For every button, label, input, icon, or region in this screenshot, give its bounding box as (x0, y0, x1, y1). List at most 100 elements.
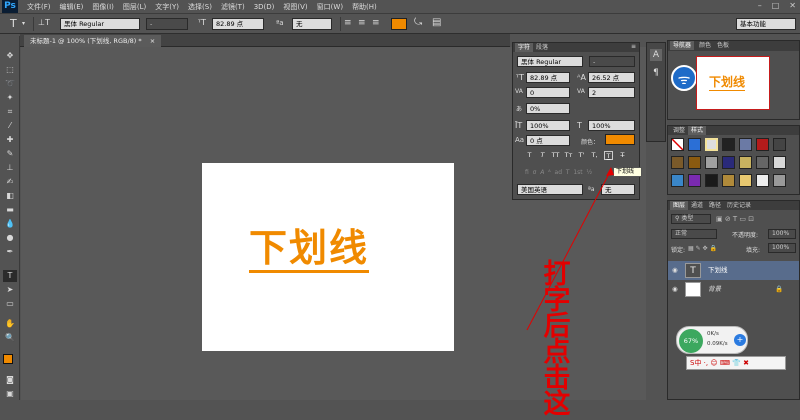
foreground-color-swatch[interactable] (3, 354, 13, 364)
style-swatch[interactable] (705, 138, 718, 151)
underline-button[interactable]: T (604, 151, 613, 160)
screen-mode-icon[interactable]: ▣ (3, 388, 17, 400)
tab-adjustments[interactable]: 调整 (670, 126, 688, 135)
faux-italic-button[interactable]: T (538, 151, 547, 160)
blend-mode-select[interactable]: 正常 (671, 229, 717, 239)
opacity-field[interactable]: 100% (768, 229, 796, 239)
tab-channels[interactable]: 通道 (688, 201, 706, 210)
style-swatch[interactable] (688, 174, 701, 187)
minimize-button[interactable]: – (758, 1, 762, 10)
char-tracking-field[interactable]: 2 (588, 87, 635, 98)
dodge-tool-icon[interactable]: ● (3, 232, 17, 244)
font-family-select[interactable]: 黑体 Regular (60, 18, 140, 30)
menu-edit[interactable]: 编辑(E) (60, 2, 84, 12)
pen-tool-icon[interactable]: ✒ (3, 246, 17, 258)
menu-image[interactable]: 图像(I) (92, 2, 114, 12)
char-tsume-field[interactable]: 0% (526, 103, 570, 114)
small-caps-button[interactable]: Tт (564, 151, 573, 160)
style-none[interactable] (671, 138, 684, 151)
menu-3d[interactable]: 3D(D) (254, 3, 275, 11)
style-swatch[interactable] (773, 138, 786, 151)
ligature-icon[interactable]: fi σ A ᴬ ad T 1st ½ (525, 169, 592, 176)
text-color-swatch[interactable] (391, 18, 407, 30)
history-brush-tool-icon[interactable]: ✍ (3, 176, 17, 188)
tab-paths[interactable]: 路径 (706, 201, 724, 210)
layer-name[interactable]: 下划线 (708, 261, 728, 280)
superscript-button[interactable]: T' (577, 151, 586, 160)
brush-tool-icon[interactable]: ✎ (3, 148, 17, 160)
style-swatch[interactable] (671, 174, 684, 187)
menu-view[interactable]: 视图(V) (283, 2, 307, 12)
path-select-tool-icon[interactable]: ➤ (3, 284, 17, 296)
character-panel-icon[interactable]: A (650, 49, 662, 61)
font-style-select[interactable]: - (146, 18, 188, 30)
menu-help[interactable]: 帮助(H) (352, 2, 377, 12)
fill-field[interactable]: 100% (768, 243, 796, 253)
align-right-icon[interactable]: ≡ (372, 18, 380, 28)
anti-alias-select[interactable]: 无 (292, 18, 332, 30)
tab-styles[interactable]: 样式 (688, 126, 707, 135)
char-leading-field[interactable]: 26.52 点 (588, 72, 635, 83)
healing-tool-icon[interactable]: ✚ (3, 134, 17, 146)
tab-swatches[interactable]: 色板 (714, 41, 732, 50)
menu-layer[interactable]: 图层(L) (123, 2, 146, 12)
type-tool-icon[interactable]: T (10, 17, 17, 30)
align-center-icon[interactable]: ≡ (358, 18, 366, 28)
layer-row-background[interactable]: ◉ 背景 🔒 (668, 280, 799, 299)
language-select[interactable]: 美国英语 (517, 184, 583, 195)
menu-filter[interactable]: 滤镜(T) (221, 2, 245, 12)
menu-type[interactable]: 文字(Y) (155, 2, 179, 12)
style-swatch[interactable] (722, 174, 735, 187)
canvas-text-layer[interactable]: 下划线 (249, 227, 370, 273)
char-kerning-field[interactable]: 0 (526, 87, 570, 98)
paragraph-panel-icon[interactable]: ¶ (650, 67, 662, 79)
stamp-tool-icon[interactable]: ⊥ (3, 162, 17, 174)
align-left-icon[interactable]: ≡ (344, 18, 352, 28)
layer-row-text[interactable]: ◉ T 下划线 (668, 261, 799, 280)
tab-character[interactable]: 字符 (515, 43, 534, 52)
style-swatch[interactable] (739, 156, 752, 169)
tab-history[interactable]: 历史记录 (724, 201, 754, 210)
close-tab-icon[interactable]: × (150, 37, 155, 45)
all-caps-button[interactable]: TT (551, 151, 560, 160)
style-swatch[interactable] (739, 138, 752, 151)
lasso-tool-icon[interactable]: ➰ (3, 78, 17, 90)
style-swatch[interactable] (688, 138, 701, 151)
strikethrough-button[interactable]: T̶ (618, 151, 627, 160)
panel-menu-icon[interactable]: ≡ (631, 43, 636, 50)
tab-color[interactable]: 颜色 (696, 41, 714, 50)
menu-select[interactable]: 选择(S) (188, 2, 212, 12)
style-swatch[interactable] (739, 174, 752, 187)
style-swatch[interactable] (722, 156, 735, 169)
eye-icon[interactable]: ◉ (672, 280, 678, 299)
char-baseline-field[interactable]: 0 点 (526, 135, 570, 146)
move-tool-icon[interactable]: ✥ (3, 50, 17, 62)
faux-bold-button[interactable]: T (525, 151, 534, 160)
menu-window[interactable]: 窗口(W) (317, 2, 343, 12)
type-tool-icon-active[interactable]: T (3, 270, 17, 282)
crop-tool-icon[interactable]: ⌗ (3, 106, 17, 118)
char-font-size-field[interactable]: 82.89 点 (526, 72, 570, 83)
eyedropper-tool-icon[interactable]: ⁄ (3, 120, 17, 132)
zoom-tool-icon[interactable]: 🔍 (3, 332, 17, 344)
quick-mask-icon[interactable]: ◙ (3, 374, 17, 386)
style-swatch[interactable] (705, 156, 718, 169)
hand-tool-icon[interactable]: ✋ (3, 318, 17, 330)
marquee-tool-icon[interactable]: ⬚ (3, 64, 17, 76)
gradient-tool-icon[interactable]: ▬ (3, 204, 17, 216)
warp-text-icon[interactable]: ⤿ (414, 17, 422, 28)
char-anti-alias-select[interactable]: 无 (601, 184, 635, 195)
ime-toolbar[interactable]: S中 ·, ☺ ⌨ 👕 ✖ (686, 356, 786, 370)
style-swatch[interactable] (756, 156, 769, 169)
style-swatch[interactable] (688, 156, 701, 169)
layer-name[interactable]: 背景 (708, 280, 721, 299)
tab-navigator[interactable]: 导航器 (670, 41, 695, 50)
lock-icons[interactable]: ▦ ✎ ✥ 🔒 (688, 245, 717, 252)
style-swatch[interactable] (705, 174, 718, 187)
style-swatch[interactable] (722, 138, 735, 151)
subscript-button[interactable]: T, (590, 151, 599, 160)
font-size-field[interactable]: 82.89 点 (212, 18, 264, 30)
plus-icon[interactable]: + (734, 334, 746, 346)
tab-layers[interactable]: 图层 (670, 201, 689, 210)
blur-tool-icon[interactable]: 💧 (3, 218, 17, 230)
